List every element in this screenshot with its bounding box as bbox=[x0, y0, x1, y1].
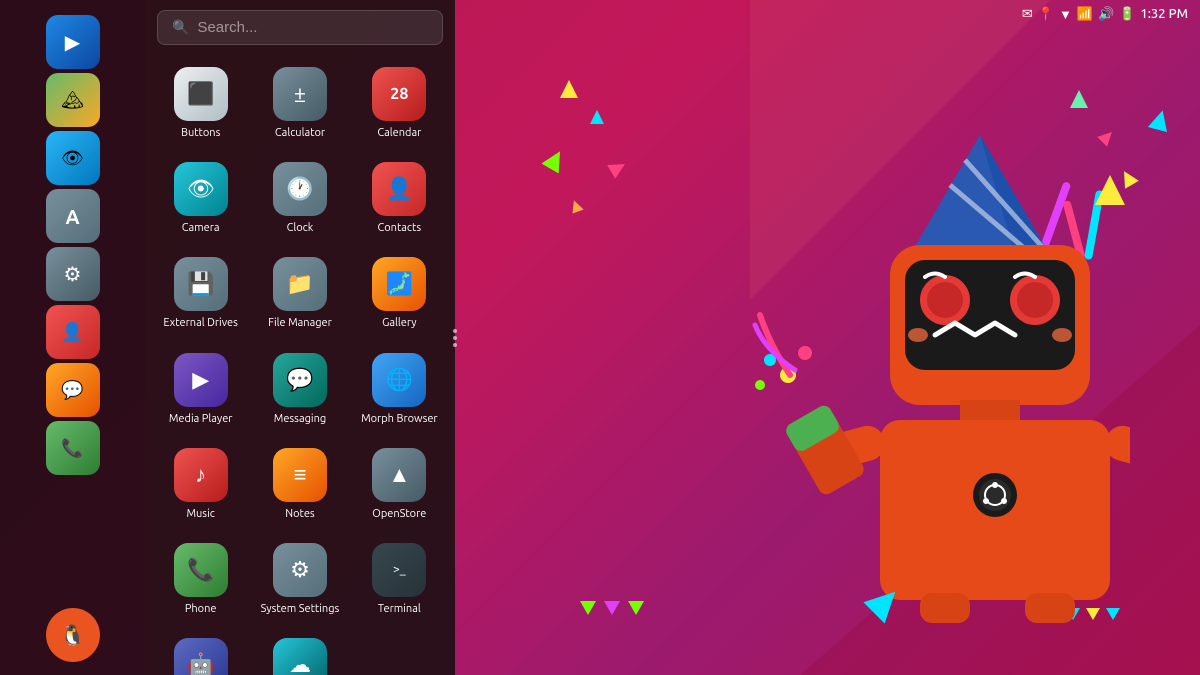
app-label-gallery: Gallery bbox=[382, 317, 417, 330]
app-icon-ubreots: 🤖 bbox=[174, 638, 228, 675]
app-grid: ⬛ Buttons ± Calculator 28 Calendar 👁 Camera 🕐 Clo… bbox=[145, 53, 455, 675]
sidebar-item-landscape[interactable]: 🏔 bbox=[46, 73, 100, 127]
app-item-gallery[interactable]: 🗾 Gallery bbox=[352, 247, 447, 338]
mail-icon: ✉ bbox=[1022, 7, 1033, 22]
sidebar-item-messages[interactable]: 💬 bbox=[46, 363, 100, 417]
sidebar-ubuntu-button[interactable]: 🐧 bbox=[46, 608, 100, 662]
app-launcher: 🔍 ⬛Buttons±Calculator28Calendar👁Camera🕐C… bbox=[145, 0, 455, 675]
app-label-file-manager: File Manager bbox=[268, 317, 332, 330]
app-label-external-drives: External Drives bbox=[163, 317, 238, 330]
battery-icon: 🔋 bbox=[1119, 7, 1135, 22]
app-item-media-player[interactable]: ▶ Media Player bbox=[153, 343, 248, 434]
app-label-calculator: Calculator bbox=[275, 127, 325, 140]
dot3 bbox=[453, 343, 457, 347]
sidebar-item-contacts[interactable]: 👤 bbox=[46, 305, 100, 359]
app-item-weather[interactable]: ☁Weather bbox=[252, 628, 347, 675]
app-icon-contacts: 👤 bbox=[372, 162, 426, 216]
app-label-openstore: OpenStore bbox=[372, 508, 426, 521]
app-icon-camera: 👁 bbox=[174, 162, 228, 216]
network-icon: ▼ bbox=[1059, 7, 1072, 22]
app-label-messaging: Messaging bbox=[274, 413, 326, 426]
app-item-messaging[interactable]: 💬 Messaging bbox=[252, 343, 347, 434]
app-item-system-settings[interactable]: ⚙ System Settings bbox=[252, 533, 347, 624]
app-item-camera[interactable]: 👁 Camera bbox=[153, 152, 248, 243]
eye-icon: 👁 bbox=[61, 148, 84, 169]
app-icon-weather: ☁ bbox=[273, 638, 327, 675]
status-time: 1:32 PM bbox=[1140, 7, 1188, 21]
app-label-morph-browser: Morph Browser bbox=[361, 413, 438, 426]
app-label-contacts: Contacts bbox=[378, 222, 422, 235]
app-item-calendar[interactable]: 28 Calendar bbox=[352, 57, 447, 148]
dots-menu[interactable] bbox=[449, 325, 461, 351]
contact-icon: 👤 bbox=[61, 322, 83, 343]
app-item-notes[interactable]: ≡ Notes bbox=[252, 438, 347, 529]
app-icon-external-drives: 💾 bbox=[174, 257, 228, 311]
app-label-terminal: Terminal bbox=[378, 603, 421, 616]
app-item-music[interactable]: ♪ Music bbox=[153, 438, 248, 529]
dot1 bbox=[453, 329, 457, 333]
desktop: ✉ 📍 ▼ 📶 🔊 🔋 1:32 PM ▶ 🏔 👁 A ⚙ 👤 💬 bbox=[0, 0, 1200, 675]
status-icons: ✉ 📍 ▼ 📶 🔊 🔋 1:32 PM bbox=[1022, 7, 1188, 22]
app-item-file-manager[interactable]: 📁 File Manager bbox=[252, 247, 347, 338]
app-label-system-settings: System Settings bbox=[261, 603, 340, 616]
app-item-clock[interactable]: 🕐 Clock bbox=[252, 152, 347, 243]
landscape-icon: 🏔 bbox=[61, 90, 84, 111]
location-icon: 📍 bbox=[1038, 7, 1054, 22]
app-item-phone[interactable]: 📞 Phone bbox=[153, 533, 248, 624]
app-icon-openstore: ▲ bbox=[372, 448, 426, 502]
app-icon-music: ♪ bbox=[174, 448, 228, 502]
app-label-phone: Phone bbox=[185, 603, 217, 616]
play-icon: ▶ bbox=[65, 30, 80, 54]
status-bar: ✉ 📍 ▼ 📶 🔊 🔋 1:32 PM bbox=[145, 0, 1200, 28]
gear-icon: ⚙ bbox=[64, 262, 82, 286]
app-label-camera: Camera bbox=[182, 222, 220, 235]
app-icon-file-manager: 📁 bbox=[273, 257, 327, 311]
app-label-calendar: Calendar bbox=[377, 127, 421, 140]
app-icon-morph-browser: 🌐 bbox=[372, 353, 426, 407]
app-icon-notes: ≡ bbox=[273, 448, 327, 502]
app-item-buttons[interactable]: ⬛ Buttons bbox=[153, 57, 248, 148]
font-icon: A bbox=[65, 205, 79, 228]
sidebar-item-media[interactable]: ▶ bbox=[46, 15, 100, 69]
app-icon-buttons: ⬛ bbox=[174, 67, 228, 121]
wifi-icon: 📶 bbox=[1077, 7, 1093, 22]
app-item-openstore[interactable]: ▲ OpenStore bbox=[352, 438, 447, 529]
app-icon-calculator: ± bbox=[273, 67, 327, 121]
app-icon-system-settings: ⚙ bbox=[273, 543, 327, 597]
ubuntu-icon: 🐧 bbox=[60, 623, 85, 647]
volume-icon: 🔊 bbox=[1098, 7, 1114, 22]
dot2 bbox=[453, 336, 457, 340]
sidebar-item-font[interactable]: A bbox=[46, 189, 100, 243]
phone-icon: 📞 bbox=[61, 438, 83, 459]
sidebar-item-eye[interactable]: 👁 bbox=[46, 131, 100, 185]
app-item-calculator[interactable]: ± Calculator bbox=[252, 57, 347, 148]
app-label-media-player: Media Player bbox=[169, 413, 233, 426]
app-item-contacts[interactable]: 👤 Contacts bbox=[352, 152, 447, 243]
app-item-external-drives[interactable]: 💾 External Drives bbox=[153, 247, 248, 338]
app-label-buttons: Buttons bbox=[181, 127, 220, 140]
app-item-terminal[interactable]: >_ Terminal bbox=[352, 533, 447, 624]
app-item-morph-browser[interactable]: 🌐 Morph Browser bbox=[352, 343, 447, 434]
app-icon-gallery: 🗾 bbox=[372, 257, 426, 311]
app-label-notes: Notes bbox=[285, 508, 314, 521]
sidebar: ▶ 🏔 👁 A ⚙ 👤 💬 📞 🐧 bbox=[0, 0, 145, 675]
app-icon-phone: 📞 bbox=[174, 543, 228, 597]
app-label-music: Music bbox=[186, 508, 214, 521]
sidebar-item-settings[interactable]: ⚙ bbox=[46, 247, 100, 301]
sidebar-item-phone[interactable]: 📞 bbox=[46, 421, 100, 475]
app-label-clock: Clock bbox=[287, 222, 314, 235]
app-icon-messaging: 💬 bbox=[273, 353, 327, 407]
app-icon-calendar: 28 bbox=[372, 67, 426, 121]
message-icon: 💬 bbox=[61, 380, 83, 401]
app-icon-media-player: ▶ bbox=[174, 353, 228, 407]
app-item-ubreots[interactable]: 🤖UBreots bbox=[153, 628, 248, 675]
app-icon-terminal: >_ bbox=[372, 543, 426, 597]
app-icon-clock: 🕐 bbox=[273, 162, 327, 216]
